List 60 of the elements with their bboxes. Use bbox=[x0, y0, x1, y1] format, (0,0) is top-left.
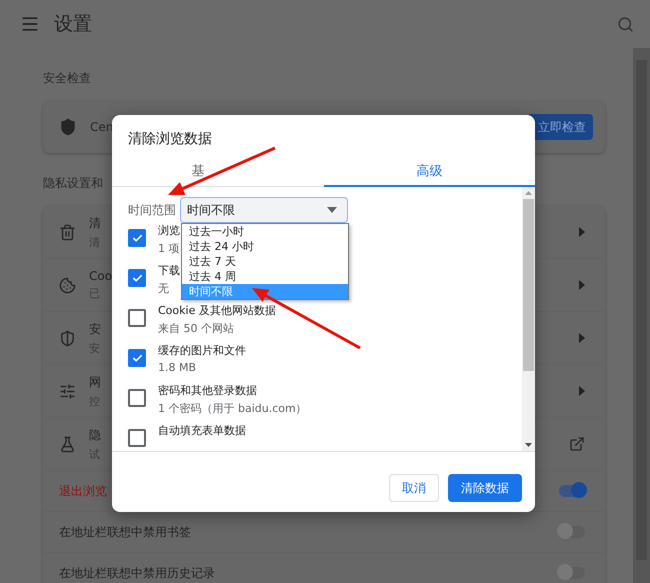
toggle-switch[interactable] bbox=[559, 485, 585, 497]
trash-icon bbox=[59, 224, 76, 240]
toggle-switch[interactable] bbox=[559, 567, 585, 579]
arrow-icon[interactable] bbox=[579, 333, 585, 343]
dropdown-option[interactable]: 过去 7 天 bbox=[182, 254, 348, 269]
arrow-icon[interactable] bbox=[579, 280, 585, 290]
checkbox[interactable] bbox=[128, 389, 146, 407]
item-subtitle: 1 项 bbox=[158, 241, 180, 256]
check-icon bbox=[132, 272, 142, 284]
safety-text: Cen bbox=[90, 120, 114, 134]
item-title: 自动填充表单数据 bbox=[158, 423, 246, 438]
time-range-select[interactable]: 时间不限 bbox=[180, 197, 348, 223]
dialog-title: 清除浏览数据 bbox=[127, 130, 213, 149]
toggle-switch[interactable] bbox=[559, 526, 585, 538]
setting-label: 退出浏览 bbox=[59, 482, 107, 500]
cancel-button[interactable]: 取消 bbox=[389, 474, 439, 502]
section-heading: 隐私设置和 bbox=[43, 175, 104, 192]
item-title: 下载 bbox=[158, 263, 180, 278]
cookie-icon bbox=[59, 276, 76, 294]
search-icon[interactable] bbox=[617, 16, 634, 32]
section-heading: 安全检查 bbox=[43, 70, 92, 87]
setting-label: 在地址栏联想中禁用历史记录 bbox=[59, 564, 215, 582]
flask-icon bbox=[59, 436, 76, 452]
checkbox[interactable] bbox=[128, 309, 146, 327]
dropdown-option[interactable]: 过去一小时 bbox=[182, 224, 348, 239]
setting-label: 在地址栏联想中禁用书签 bbox=[59, 524, 191, 540]
dropdown-option[interactable]: 过去 4 周 bbox=[182, 269, 348, 284]
item-subtitle: 1 个密码（用于 baidu.com） bbox=[158, 401, 307, 416]
checkbox[interactable] bbox=[128, 429, 146, 447]
tab[interactable]: 基 bbox=[112, 157, 324, 187]
clear-data-button[interactable]: 清除数据 bbox=[448, 474, 522, 502]
dropdown-option[interactable]: 过去 24 小时 bbox=[182, 239, 348, 254]
row-title: 隐 bbox=[89, 426, 101, 444]
item-subtitle: 来自 50 个网站 bbox=[158, 321, 235, 336]
item-title: 浏览 bbox=[158, 223, 180, 238]
shield-icon bbox=[59, 330, 76, 346]
caret-icon bbox=[327, 207, 337, 213]
scrollbar[interactable] bbox=[633, 48, 650, 583]
shield-icon bbox=[59, 118, 77, 136]
row-title: 安 bbox=[89, 320, 101, 338]
checkbox[interactable] bbox=[128, 269, 146, 287]
row-title: 网 bbox=[89, 374, 101, 390]
row-title: Coo bbox=[89, 269, 112, 283]
page-title: 设置 bbox=[54, 12, 93, 37]
tab[interactable]: 高级 bbox=[324, 157, 535, 187]
item-subtitle: 1.8 MB bbox=[158, 361, 198, 374]
arrow-icon[interactable] bbox=[579, 386, 585, 396]
sliders-icon bbox=[59, 382, 76, 400]
item-title: 密码和其他登录数据 bbox=[158, 383, 258, 398]
external-link-icon[interactable] bbox=[569, 436, 585, 452]
checkbox[interactable] bbox=[128, 349, 146, 367]
checkbox[interactable] bbox=[128, 229, 146, 247]
check-icon bbox=[132, 232, 142, 244]
check-icon bbox=[132, 352, 142, 364]
item-title: 缓存的图片和文件 bbox=[158, 343, 246, 358]
arrow-icon[interactable] bbox=[579, 227, 585, 237]
scrollbar[interactable] bbox=[522, 187, 535, 451]
item-title: Cookie 及其他网站数据 bbox=[158, 303, 276, 318]
row-title: 清 bbox=[89, 214, 101, 232]
item-subtitle: 无 bbox=[158, 281, 170, 296]
